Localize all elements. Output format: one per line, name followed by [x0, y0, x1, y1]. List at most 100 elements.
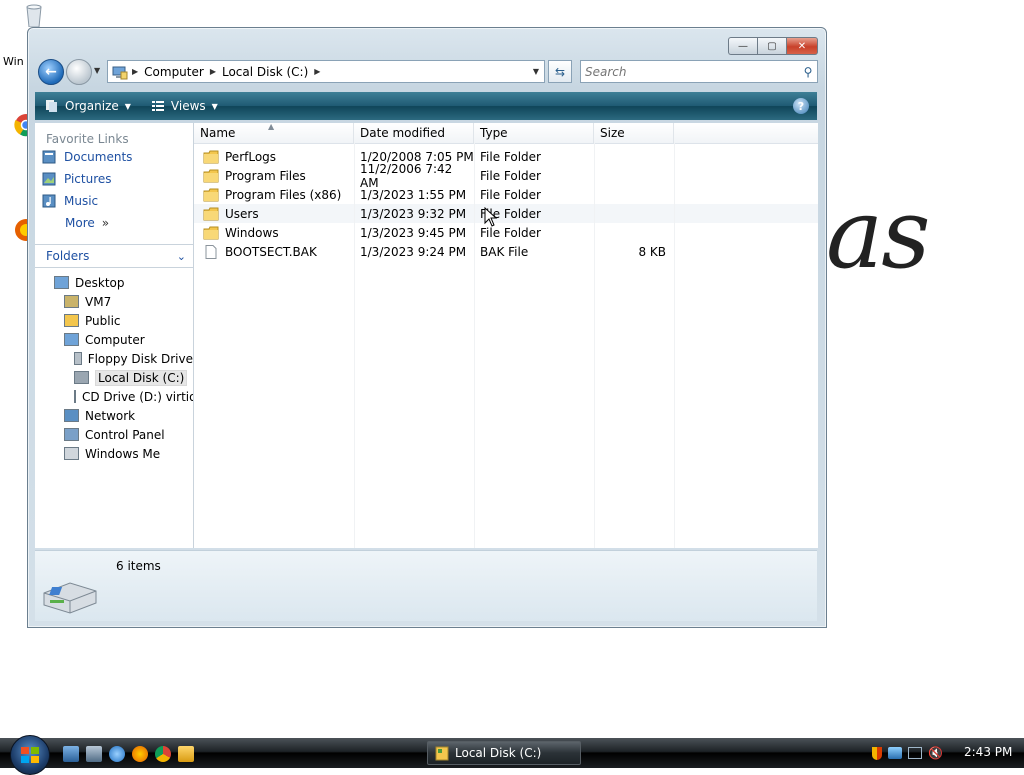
file-row[interactable]: Users 1/3/2023 9:32 PM File Folder: [194, 204, 818, 223]
address-dropdown-icon[interactable]: ▼: [528, 67, 544, 76]
refresh-icon: ⇆: [554, 64, 566, 79]
file-row[interactable]: Program Files (x86) 1/3/2023 1:55 PM File …: [194, 185, 818, 204]
minimize-button[interactable]: —: [728, 37, 757, 55]
volume-muted-icon[interactable]: 🔇: [928, 746, 943, 760]
network-status-icon[interactable]: [888, 747, 902, 759]
tree-item[interactable]: Floppy Disk Drive: [35, 349, 193, 368]
file-row[interactable]: Program Files 11/2/2006 7:42 AM File Folde…: [194, 162, 818, 190]
search-icon[interactable]: ⚲: [799, 65, 817, 79]
firefox-icon[interactable]: [132, 746, 148, 762]
close-button[interactable]: ✕: [786, 37, 818, 55]
folders-title: Folders: [46, 249, 90, 263]
file-name: Program Files (x86): [225, 187, 342, 202]
recent-pages-dropdown-icon[interactable]: ▼: [94, 66, 100, 75]
show-desktop-icon[interactable]: [63, 746, 79, 762]
security-shield-icon[interactable]: [872, 746, 882, 760]
tree-item-icon: [74, 390, 76, 403]
file-list: ▲ Name Date modified Type Size PerfLogs 1/…: [194, 122, 818, 548]
file-date: 1/3/2023 9:32 PM: [360, 206, 467, 221]
file-type: File Folder: [480, 168, 541, 183]
file-row[interactable]: Windows 1/3/2023 9:45 PM File Folder: [194, 223, 818, 242]
search-box[interactable]: ⚲: [580, 60, 818, 83]
tree-item[interactable]: Desktop: [35, 273, 193, 292]
recycle-bin-icon[interactable]: [22, 3, 46, 27]
column-divider: [594, 143, 595, 548]
refresh-button[interactable]: ⇆: [548, 60, 572, 83]
file-row[interactable]: PerfLogs 1/20/2008 7:05 PM File Folder: [194, 147, 818, 166]
background-window-text: as: [826, 178, 930, 290]
tree-item-label: Network: [85, 408, 136, 423]
column-label: Name: [200, 126, 236, 140]
start-button[interactable]: [10, 735, 50, 775]
chrome-icon[interactable]: [155, 746, 171, 762]
task-label: Local Disk (C:): [455, 746, 542, 760]
details-pane: 6 items: [35, 550, 817, 621]
maximize-button[interactable]: ▢: [757, 37, 786, 55]
breadcrumb-separator-icon[interactable]: ▶: [132, 67, 138, 76]
address-bar[interactable]: ▶ Computer ▶ Local Disk (C:) ▶ ▼: [107, 60, 545, 83]
file-name-cell: Program Files: [194, 169, 354, 183]
switch-windows-icon[interactable]: [86, 746, 102, 762]
item-count: 6 items: [116, 559, 161, 573]
file-name: PerfLogs: [225, 149, 277, 164]
views-icon: [151, 101, 164, 111]
mouse-cursor-icon: [484, 207, 498, 227]
tree-item[interactable]: VM7: [35, 292, 193, 311]
tree-item[interactable]: CD Drive (D:) virtio: [35, 387, 193, 406]
breadcrumb-separator-icon[interactable]: ▶: [314, 67, 320, 76]
file-name: Windows: [225, 225, 279, 240]
tree-item-label: CD Drive (D:) virtio: [82, 389, 193, 404]
views-label: Views: [170, 99, 206, 113]
folders-header[interactable]: Folders ⌄: [35, 244, 193, 268]
breadcrumb-computer[interactable]: Computer: [144, 65, 204, 79]
favorite-link-documents[interactable]: Documents: [35, 146, 193, 168]
tree-item[interactable]: Control Panel: [35, 425, 193, 444]
file-date: 11/2/2006 7:42 AM: [360, 161, 453, 190]
file-type: File Folder: [480, 149, 541, 164]
column-header-date[interactable]: Date modified: [354, 123, 474, 143]
favorite-link-music[interactable]: Music: [35, 190, 193, 212]
breadcrumb-local-disk[interactable]: Local Disk (C:): [222, 65, 308, 79]
chevron-down-icon: ⌄: [176, 249, 186, 263]
column-header-name[interactable]: ▲ Name: [194, 122, 354, 143]
system-tray: 🔇 2:43 PM: [872, 742, 1024, 764]
back-button[interactable]: ←: [38, 59, 64, 85]
tree-item-icon: [74, 371, 89, 384]
tree-item[interactable]: Computer: [35, 330, 193, 349]
file-date: 1/3/2023 1:55 PM: [360, 187, 467, 202]
file-icon: [205, 244, 217, 259]
tree-item[interactable]: Local Disk (C:): [35, 368, 193, 387]
search-input[interactable]: [581, 63, 799, 80]
breadcrumb-separator-icon[interactable]: ▶: [210, 67, 216, 76]
tree-item[interactable]: Windows Me: [35, 444, 193, 463]
taskbar-button-local-disk[interactable]: Local Disk (C:): [427, 741, 581, 765]
tree-item[interactable]: Network: [35, 406, 193, 425]
column-header-size[interactable]: Size: [594, 123, 674, 143]
file-size: 8 KB: [638, 244, 666, 259]
favorite-links-title: Favorite Links: [46, 132, 129, 146]
views-button[interactable]: Views ▼: [141, 92, 228, 120]
desktop-icon-label: Win: [3, 55, 24, 68]
tree-item-icon: [54, 276, 69, 289]
tree-item-icon: [74, 352, 82, 365]
column-header-type[interactable]: Type: [474, 123, 594, 143]
tree-item-label: Public: [85, 313, 121, 328]
display-icon[interactable]: [908, 747, 922, 759]
tree-item-icon: [64, 428, 79, 441]
organize-button[interactable]: Organize ▼: [35, 92, 141, 120]
favorite-link-pictures[interactable]: Pictures: [35, 168, 193, 190]
help-button[interactable]: ?: [793, 98, 809, 114]
internet-explorer-icon[interactable]: [109, 746, 125, 762]
breadcrumb: ▶ Computer ▶ Local Disk (C:) ▶: [128, 65, 528, 79]
tree-item-label: Local Disk (C:): [95, 369, 188, 386]
file-row[interactable]: BOOTSECT.BAK 1/3/2023 9:24 PM BAK File 8 KB: [194, 242, 818, 261]
tree-item[interactable]: Public: [35, 311, 193, 330]
column-headers: ▲ Name Date modified Type Size: [194, 122, 818, 144]
file-type: File Folder: [480, 225, 541, 240]
clock[interactable]: 2:43 PM: [964, 745, 1012, 759]
media-player-icon[interactable]: [178, 746, 194, 762]
forward-button[interactable]: [66, 59, 92, 85]
chevron-down-icon: ▼: [124, 101, 131, 111]
more-links-button[interactable]: More »: [35, 212, 193, 234]
tree-item-icon: [64, 447, 79, 460]
